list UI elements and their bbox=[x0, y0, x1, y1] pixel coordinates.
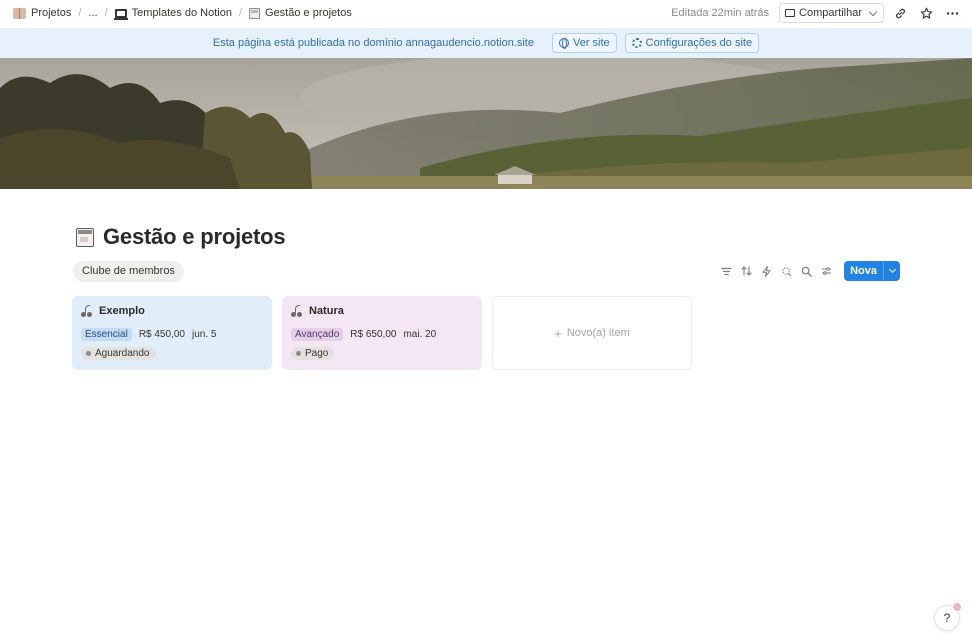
calendar-page-icon[interactable] bbox=[76, 227, 94, 247]
page-title[interactable]: Gestão e projetos bbox=[103, 224, 286, 250]
gallery-card[interactable]: Exemplo Essencial R$ 450,00 jun. 5 Aguar… bbox=[72, 296, 272, 370]
notification-badge bbox=[952, 602, 962, 612]
laptop-icon bbox=[113, 8, 128, 20]
view-site-label: Ver site bbox=[572, 37, 610, 49]
top-bar: Projetos / ... / Templates do Notion / G… bbox=[0, 0, 972, 26]
breadcrumb-projetos[interactable]: Projetos bbox=[10, 5, 74, 21]
page-title-row: Gestão e projetos bbox=[76, 224, 286, 250]
view-settings-icon[interactable] bbox=[818, 263, 834, 279]
plan-tag: Essencial bbox=[81, 327, 132, 341]
site-settings-button[interactable]: Configurações do site bbox=[624, 33, 760, 53]
new-item-card[interactable]: + Novo(a) item bbox=[492, 296, 692, 370]
chevron-down-icon bbox=[888, 265, 896, 274]
view-tab-label: Clube de membros bbox=[82, 265, 175, 277]
book-icon bbox=[13, 7, 26, 19]
status-badge: Aguardando bbox=[81, 347, 156, 360]
status-dot-icon bbox=[296, 351, 301, 356]
help-icon: ? bbox=[943, 611, 951, 625]
status-badge: Pago bbox=[291, 347, 335, 360]
status-label: Aguardando bbox=[95, 348, 150, 359]
breadcrumb-separator: / bbox=[104, 7, 108, 19]
site-settings-label: Configurações do site bbox=[645, 37, 753, 49]
status-label: Pago bbox=[305, 348, 329, 359]
new-entry-button[interactable]: Nova bbox=[844, 261, 900, 281]
card-title: Natura bbox=[309, 305, 344, 317]
card-properties: Avançado R$ 650,00 mai. 20 bbox=[291, 327, 473, 341]
cherries-icon bbox=[81, 305, 93, 317]
breadcrumb-label: Gestão e projetos bbox=[265, 7, 352, 19]
new-entry-label: Nova bbox=[850, 265, 877, 277]
screen-icon bbox=[785, 9, 796, 17]
new-entry-dropdown[interactable] bbox=[884, 265, 900, 274]
more-options-icon[interactable] bbox=[942, 3, 962, 23]
card-header: Exemplo bbox=[81, 304, 263, 318]
help-button[interactable]: ? bbox=[934, 602, 962, 631]
cherries-icon bbox=[291, 305, 303, 317]
card-properties: Essencial R$ 450,00 jun. 5 bbox=[81, 327, 263, 341]
cover-image[interactable] bbox=[0, 58, 972, 189]
edited-timestamp: Editada 22min atrás bbox=[671, 7, 770, 19]
breadcrumb-label: ... bbox=[88, 7, 98, 19]
star-icon[interactable] bbox=[916, 3, 936, 23]
card-header: Natura bbox=[291, 304, 473, 318]
breadcrumb-separator: / bbox=[78, 7, 82, 19]
published-banner-text: Esta página está publicada no domínio an… bbox=[212, 37, 534, 49]
magic-search-icon[interactable] bbox=[778, 263, 794, 279]
date-value: jun. 5 bbox=[191, 328, 217, 340]
breadcrumb-separator: / bbox=[238, 7, 242, 19]
price-value: R$ 450,00 bbox=[138, 328, 185, 340]
share-label: Compartilhar bbox=[799, 7, 862, 19]
breadcrumb-current-page[interactable]: Gestão e projetos bbox=[246, 5, 355, 21]
plus-icon: + bbox=[554, 325, 562, 341]
published-banner: Esta página está publicada no domínio an… bbox=[0, 28, 972, 58]
share-button[interactable]: Compartilhar bbox=[779, 3, 884, 23]
breadcrumb-templates[interactable]: Templates do Notion bbox=[112, 5, 235, 21]
date-value: mai. 20 bbox=[403, 328, 437, 340]
database-view-bar: Clube de membros Nova bbox=[73, 260, 900, 282]
sort-icon[interactable] bbox=[738, 263, 754, 279]
breadcrumb-ellipsis[interactable]: ... bbox=[85, 5, 100, 21]
new-item-label: Novo(a) item bbox=[566, 327, 630, 339]
globe-icon bbox=[558, 38, 569, 49]
gallery-card[interactable]: Natura Avançado R$ 650,00 mai. 20 Pago bbox=[282, 296, 482, 370]
chevron-down-icon bbox=[868, 7, 878, 16]
copy-link-icon[interactable] bbox=[890, 3, 910, 23]
status-dot-icon bbox=[86, 351, 91, 356]
view-site-button[interactable]: Ver site bbox=[551, 33, 617, 53]
plan-tag: Avançado bbox=[291, 327, 344, 341]
search-icon[interactable] bbox=[798, 263, 814, 279]
landscape-painting bbox=[0, 58, 972, 189]
price-value: R$ 650,00 bbox=[350, 328, 397, 340]
gear-icon bbox=[631, 38, 642, 48]
breadcrumb-label: Templates do Notion bbox=[131, 7, 232, 19]
card-title: Exemplo bbox=[99, 305, 145, 317]
automation-bolt-icon[interactable] bbox=[758, 263, 774, 279]
page-icon bbox=[249, 7, 260, 19]
breadcrumb-label: Projetos bbox=[31, 7, 72, 19]
filter-icon[interactable] bbox=[718, 263, 734, 279]
tab-clube-de-membros[interactable]: Clube de membros bbox=[73, 260, 184, 282]
view-toolbar: Nova bbox=[718, 261, 900, 281]
